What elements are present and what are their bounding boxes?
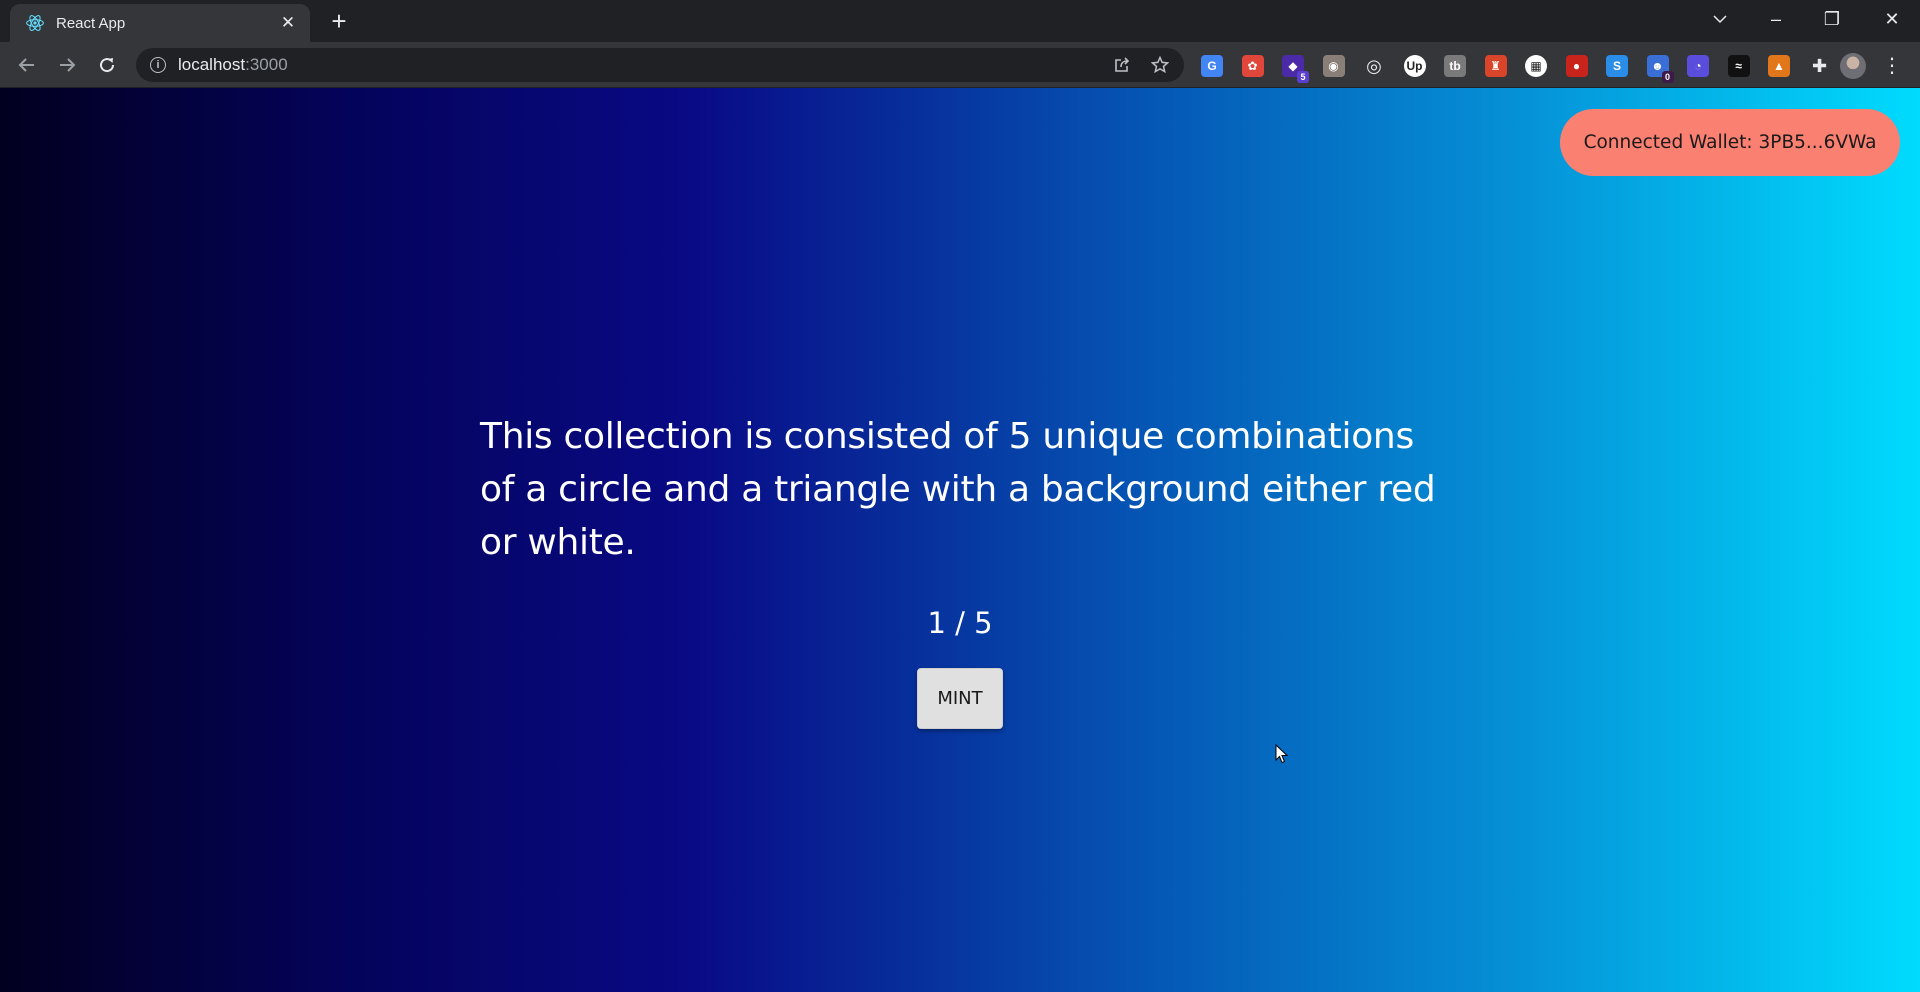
ghost-extension-icon[interactable]: ☻ 0: [1646, 55, 1674, 83]
collection-description: This collection is consisted of 5 unique…: [480, 416, 1436, 563]
address-bar[interactable]: i localhost:3000: [136, 48, 1184, 82]
mouse-cursor-icon: [1275, 744, 1289, 764]
browser-toolbar: i localhost:3000 G ✿ ◆ 5 ◉ ◎ Up tb ♜ ▦ ● S ☻ 0 ◔ ≈ ▲ ✚ ⋮: [0, 42, 1920, 88]
connected-wallet-button[interactable]: Connected Wallet: 3PB5...6VWa: [1560, 109, 1900, 176]
new-tab-button[interactable]: +: [326, 8, 352, 34]
tomato-icon[interactable]: ●: [1565, 55, 1588, 77]
metamask-fox-icon[interactable]: ▲: [1768, 55, 1790, 77]
tab-strip: React App ✕ + – ❐ ✕: [0, 0, 1920, 42]
browser-tab[interactable]: React App ✕: [10, 4, 310, 42]
bot-extension-icon[interactable]: ◔: [1687, 55, 1709, 77]
tab-search-button[interactable]: [1692, 0, 1748, 38]
tab-title: React App: [56, 14, 126, 32]
s-extension-icon[interactable]: S: [1606, 55, 1628, 77]
mint-button[interactable]: MINT: [917, 668, 1003, 729]
close-window-button[interactable]: ✕: [1864, 0, 1920, 38]
qr-code-icon[interactable]: ▦: [1525, 55, 1547, 77]
minimize-button[interactable]: –: [1748, 0, 1804, 38]
arrow-left-icon: [18, 58, 34, 72]
target-extension-icon[interactable]: ◎: [1363, 55, 1385, 77]
reload-icon: [100, 58, 115, 73]
close-tab-icon[interactable]: ✕: [278, 13, 298, 33]
extension-badge: 5: [1297, 71, 1309, 83]
reload-button[interactable]: [93, 51, 121, 79]
chevron-down-icon: [1713, 15, 1727, 24]
owl-extension-icon[interactable]: ◉: [1322, 55, 1345, 77]
mint-counter: 1 / 5: [927, 606, 993, 640]
rocket-extension-icon[interactable]: ♜: [1484, 55, 1507, 77]
share-icon[interactable]: [1108, 51, 1136, 79]
profile-avatar[interactable]: [1840, 53, 1866, 79]
translate-icon[interactable]: G: [1201, 55, 1223, 77]
upwork-icon[interactable]: Up: [1403, 55, 1426, 77]
page-viewport: Connected Wallet: 3PB5...6VWa This colle…: [0, 88, 1920, 992]
bookmark-star-icon[interactable]: [1146, 51, 1174, 79]
wave-extension-icon[interactable]: ≈: [1727, 55, 1750, 77]
tb-extension-icon[interactable]: tb: [1444, 55, 1466, 77]
url-text[interactable]: localhost:3000: [178, 55, 1108, 75]
puzzle-icon[interactable]: ✚: [1808, 55, 1831, 77]
extension-badge: 0: [1661, 71, 1674, 83]
react-logo-icon: [24, 12, 46, 34]
back-button[interactable]: [13, 51, 41, 79]
arrow-right-icon: [60, 58, 76, 72]
restore-button[interactable]: ❐: [1804, 0, 1860, 38]
forward-button[interactable]: [53, 51, 81, 79]
purple-extension-icon[interactable]: ◆ 5: [1282, 55, 1309, 83]
red-extension-icon[interactable]: ✿: [1241, 55, 1264, 77]
site-info-icon[interactable]: i: [150, 57, 166, 73]
browser-menu-button[interactable]: ⋮: [1882, 54, 1902, 78]
